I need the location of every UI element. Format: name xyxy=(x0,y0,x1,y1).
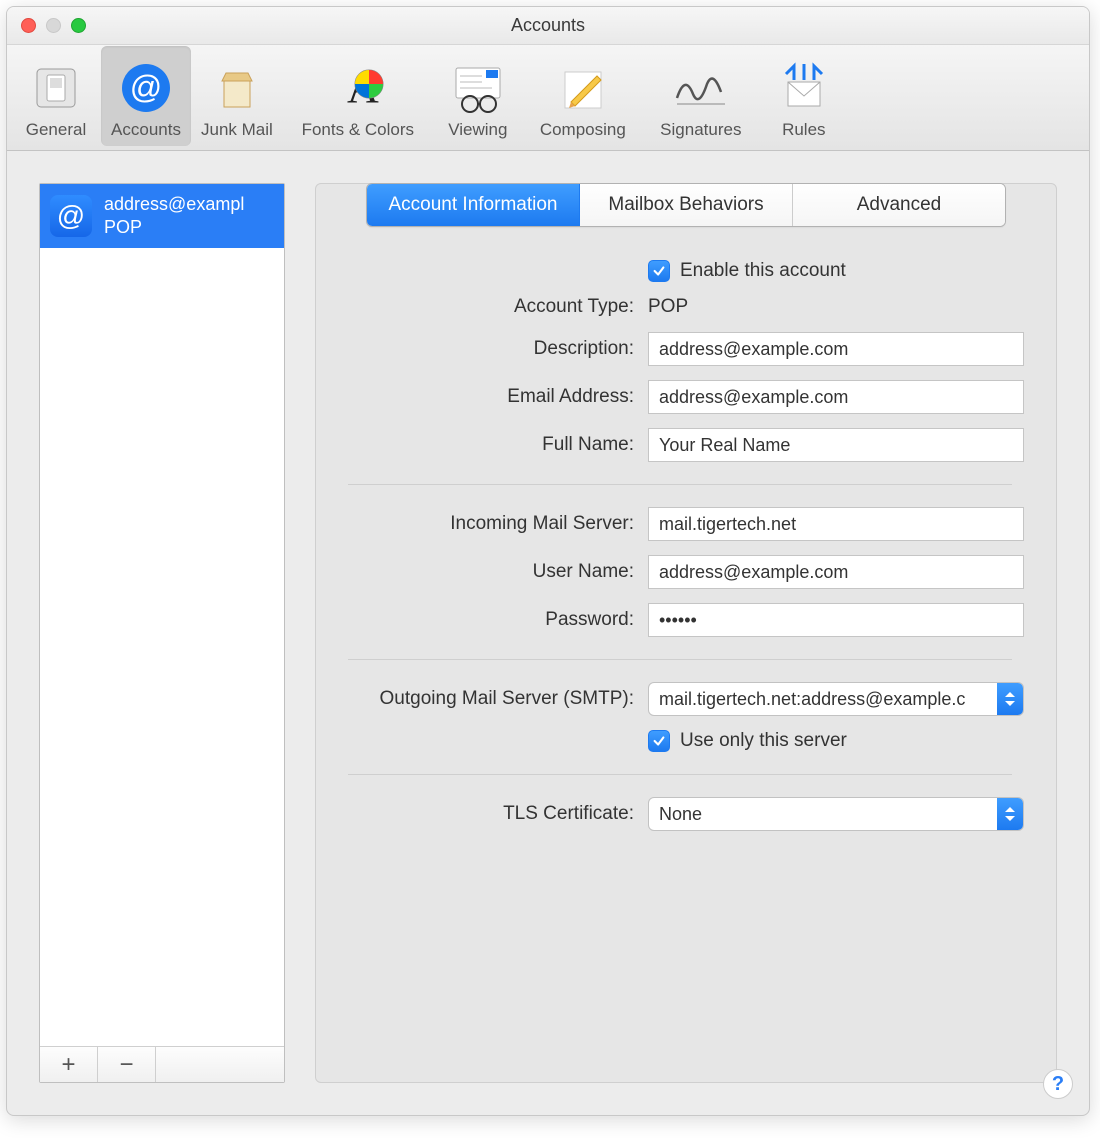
at-icon: @ xyxy=(50,195,92,237)
minus-icon: − xyxy=(119,1051,133,1079)
svg-text:@: @ xyxy=(130,69,162,105)
tab-advanced[interactable]: Advanced xyxy=(793,184,1005,226)
toolbar-label: Signatures xyxy=(660,120,741,140)
use-only-server-label: Use only this server xyxy=(680,730,847,752)
toolbar-label: Composing xyxy=(540,120,626,140)
fullname-label: Full Name: xyxy=(328,434,648,456)
pencil-icon xyxy=(557,60,609,116)
toolbar-label: General xyxy=(26,120,86,140)
username-input[interactable] xyxy=(648,555,1024,589)
fonts-colors-icon: A xyxy=(329,60,387,116)
signature-icon xyxy=(671,60,731,116)
divider xyxy=(348,659,1012,660)
preferences-window: Accounts General @ Accounts Junk Mail A xyxy=(6,6,1090,1116)
toolbar-item-signatures[interactable]: Signatures xyxy=(643,46,759,146)
plus-icon: + xyxy=(61,1051,75,1079)
sidebar-spacer xyxy=(156,1047,284,1082)
preferences-toolbar: General @ Accounts Junk Mail A Fonts & C… xyxy=(7,45,1089,151)
password-input[interactable] xyxy=(648,603,1024,637)
rules-icon xyxy=(776,60,832,116)
account-tabs: Account Information Mailbox Behaviors Ad… xyxy=(366,183,1006,227)
titlebar: Accounts xyxy=(7,7,1089,45)
divider xyxy=(348,484,1012,485)
at-icon: @ xyxy=(120,60,172,116)
accounts-sidebar: @ address@exampl POP + − xyxy=(39,183,285,1083)
tab-account-information[interactable]: Account Information xyxy=(367,184,580,226)
smtp-label: Outgoing Mail Server (SMTP): xyxy=(328,688,648,710)
toolbar-label: Fonts & Colors xyxy=(302,120,414,140)
username-label: User Name: xyxy=(328,561,648,583)
tab-label: Account Information xyxy=(389,194,558,215)
tab-label: Mailbox Behaviors xyxy=(608,194,763,215)
account-item-type: POP xyxy=(104,217,244,238)
incoming-server-label: Incoming Mail Server: xyxy=(328,513,648,535)
updown-arrows-icon xyxy=(997,683,1023,715)
account-type-label: Account Type: xyxy=(328,296,648,318)
password-label: Password: xyxy=(328,609,648,631)
switch-icon xyxy=(31,60,81,116)
help-button-wrap: ? xyxy=(1043,1069,1073,1099)
use-only-server-checkbox[interactable] xyxy=(648,730,670,752)
smtp-select[interactable]: mail.tigertech.net:address@example.c xyxy=(648,682,1024,716)
toolbar-label: Rules xyxy=(782,120,825,140)
toolbar-item-rules[interactable]: Rules xyxy=(759,46,849,146)
toolbar-item-junk[interactable]: Junk Mail xyxy=(191,46,283,146)
toolbar-item-fonts-colors[interactable]: A Fonts & Colors xyxy=(283,46,433,146)
email-label: Email Address: xyxy=(328,386,648,408)
account-item-text: address@exampl POP xyxy=(104,194,244,238)
fullname-input[interactable] xyxy=(648,428,1024,462)
toolbar-item-viewing[interactable]: Viewing xyxy=(433,46,523,146)
question-icon: ? xyxy=(1052,1073,1064,1096)
account-detail-panel: Account Information Mailbox Behaviors Ad… xyxy=(315,183,1057,1083)
divider xyxy=(348,774,1012,775)
sidebar-buttons: + − xyxy=(40,1046,284,1082)
remove-account-button[interactable]: − xyxy=(98,1047,156,1082)
toolbar-label: Accounts xyxy=(111,120,181,140)
description-label: Description: xyxy=(328,338,648,360)
help-button[interactable]: ? xyxy=(1043,1069,1073,1099)
account-type-value: POP xyxy=(648,296,1024,318)
glasses-icon xyxy=(448,60,508,116)
trash-icon xyxy=(212,60,262,116)
updown-arrows-icon xyxy=(997,798,1023,830)
tab-mailbox-behaviors[interactable]: Mailbox Behaviors xyxy=(580,184,793,226)
email-input[interactable] xyxy=(648,380,1024,414)
description-input[interactable] xyxy=(648,332,1024,366)
tab-label: Advanced xyxy=(857,194,942,215)
toolbar-item-composing[interactable]: Composing xyxy=(523,46,643,146)
toolbar-label: Viewing xyxy=(448,120,507,140)
toolbar-item-accounts[interactable]: @ Accounts xyxy=(101,46,191,146)
tls-select[interactable]: None xyxy=(648,797,1024,831)
tls-label: TLS Certificate: xyxy=(328,803,648,825)
window-title: Accounts xyxy=(7,15,1089,36)
tls-select-value: None xyxy=(659,804,1013,825)
account-list-item[interactable]: @ address@exampl POP xyxy=(40,184,284,248)
account-list: @ address@exampl POP xyxy=(40,184,284,1046)
enable-account-checkbox[interactable] xyxy=(648,260,670,282)
toolbar-item-general[interactable]: General xyxy=(11,46,101,146)
content-area: @ address@exampl POP + − Account Informa… xyxy=(7,151,1089,1115)
account-info-form: Enable this account Account Type: POP De… xyxy=(316,228,1056,869)
incoming-server-input[interactable] xyxy=(648,507,1024,541)
toolbar-label: Junk Mail xyxy=(201,120,273,140)
account-item-label: address@exampl xyxy=(104,194,244,215)
enable-account-label: Enable this account xyxy=(680,260,846,282)
add-account-button[interactable]: + xyxy=(40,1047,98,1082)
smtp-select-value: mail.tigertech.net:address@example.c xyxy=(659,689,1013,710)
